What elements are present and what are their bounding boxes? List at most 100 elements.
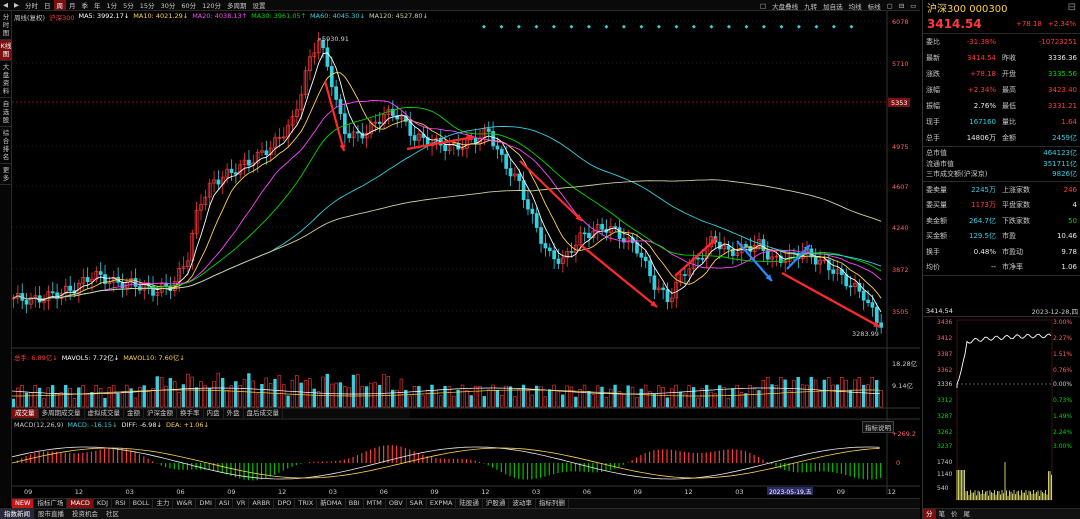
- indicator-tab[interactable]: 金额: [124, 409, 144, 418]
- event-marker: ◆: [780, 24, 784, 30]
- volume-bar: [866, 384, 870, 408]
- bottom-tab[interactable]: NEW: [12, 499, 35, 508]
- period-tab[interactable]: 1分: [104, 0, 121, 10]
- toolbar-tool[interactable]: 加自选: [820, 1, 846, 11]
- mini-right-tick: 1.49%: [1053, 413, 1072, 420]
- period-tab[interactable]: 60分: [178, 0, 199, 10]
- toolbar-tool[interactable]: ▢: [884, 2, 896, 10]
- bottom-tab[interactable]: BOLL: [130, 499, 154, 508]
- bottom-tab[interactable]: KDJ: [94, 499, 113, 508]
- indicator-tab[interactable]: 外盘: [224, 409, 244, 418]
- bottom-tab[interactable]: 沪股通: [483, 499, 510, 508]
- period-tab[interactable]: 设置: [250, 0, 269, 10]
- bottom-tab[interactable]: 主力: [153, 499, 174, 508]
- intraday-mini-chart[interactable]: 3436 3412 3387 3362 3336 3312 3287 3262 3237 1740…: [923, 318, 1080, 508]
- bottom-tab[interactable]: W&R: [173, 499, 197, 508]
- side-tab[interactable]: 自选股: [0, 98, 12, 127]
- bottom-tab[interactable]: 陆股通: [456, 499, 483, 508]
- bottom-tab[interactable]: VR: [233, 499, 250, 508]
- period-tab[interactable]: 120分: [199, 0, 224, 10]
- bottom-tab[interactable]: DPO: [274, 499, 296, 508]
- status-tab[interactable]: 投资机会: [68, 509, 102, 519]
- status-tab[interactable]: 社区: [102, 509, 123, 519]
- nav-prev-button[interactable]: ◀: [0, 1, 11, 9]
- status-tab[interactable]: 股市直播: [34, 509, 68, 519]
- bottom-tab[interactable]: 指标列删: [536, 499, 569, 508]
- period-tab[interactable]: 5分: [120, 0, 137, 10]
- mini-tab[interactable]: 价: [948, 509, 961, 519]
- quote-value: +78.18: [970, 70, 996, 78]
- close-icon[interactable]: ⊟: [1068, 2, 1076, 13]
- stat-value: 464123亿: [1043, 149, 1077, 158]
- macd-help-button[interactable]: 指标说明: [862, 421, 894, 433]
- nav-next-button[interactable]: ▶: [11, 1, 22, 9]
- bottom-tab[interactable]: TRIX: [295, 499, 318, 508]
- toolbar-tool[interactable]: 标线: [865, 1, 884, 11]
- mini-tab[interactable]: 笔: [936, 509, 949, 519]
- mini-left-tick: 3336: [937, 381, 952, 388]
- toolbar-tool[interactable]: ▭: [907, 2, 919, 10]
- indicator-tab[interactable]: 虚拟成交量: [85, 409, 124, 418]
- candle-body: [264, 150, 269, 156]
- bottom-tab[interactable]: DMI: [196, 499, 216, 508]
- indicator-tab[interactable]: 内盘: [204, 409, 224, 418]
- mini-right-tick: 0.73%: [1053, 397, 1072, 404]
- period-tab[interactable]: 周: [53, 0, 66, 10]
- stat-label: 委卖量: [926, 185, 947, 194]
- indicator-tab[interactable]: 盘后成交量: [244, 409, 283, 418]
- toolbar-tool[interactable]: ⊟: [896, 2, 907, 10]
- status-tab[interactable]: 指数新闻: [0, 509, 34, 519]
- side-tab[interactable]: 更多: [0, 164, 12, 185]
- price-tick: 4607: [892, 183, 909, 191]
- toolbar-tool[interactable]: □: [757, 2, 769, 10]
- candle-body: [247, 159, 251, 166]
- bottom-tab[interactable]: ARBR: [249, 499, 275, 508]
- mini-date: 2023-12-28,四: [1031, 308, 1078, 316]
- bottom-tab[interactable]: ASI: [216, 499, 234, 508]
- candle-body: [508, 168, 513, 177]
- volume-bar: [321, 376, 325, 408]
- event-marker: ◆: [552, 24, 556, 30]
- period-tab[interactable]: 多周期: [224, 0, 250, 10]
- bottom-tab[interactable]: BBI: [346, 499, 364, 508]
- period-tab[interactable]: 日: [41, 0, 54, 10]
- mini-tab[interactable]: 分: [923, 509, 936, 519]
- volume-bar: [338, 382, 343, 408]
- bottom-tab[interactable]: EXPMA: [427, 499, 457, 508]
- candle-body: [683, 274, 687, 276]
- bottom-tab[interactable]: 新DMA: [317, 499, 346, 508]
- bottom-tab[interactable]: OBV: [386, 499, 407, 508]
- bottom-tab[interactable]: RSI: [112, 499, 130, 508]
- period-tab[interactable]: 季: [79, 0, 92, 10]
- toolbar-tool[interactable]: 九转: [801, 1, 820, 11]
- period-tab[interactable]: 15分: [137, 0, 158, 10]
- volume-bar: [382, 374, 386, 408]
- toolbar-tool[interactable]: 大盘叠线: [769, 1, 801, 11]
- side-tab[interactable]: 综合排名: [0, 127, 12, 164]
- bottom-tab[interactable]: 波动率: [509, 499, 536, 508]
- volume-bar: [33, 385, 37, 408]
- volume-bar: [98, 388, 103, 408]
- volume-bar: [613, 384, 617, 408]
- volume-bar: [207, 388, 212, 408]
- bottom-tab[interactable]: MACD: [67, 499, 94, 508]
- volume-bar: [343, 385, 347, 408]
- quote-label: 金额: [1002, 134, 1016, 142]
- indicator-tab[interactable]: 多周期成交量: [39, 409, 85, 418]
- mini-tab[interactable]: 尾: [961, 509, 974, 519]
- toolbar-tool[interactable]: 均线: [846, 1, 865, 11]
- side-tab[interactable]: 分时图: [0, 11, 12, 40]
- period-tab[interactable]: 分时: [22, 0, 41, 10]
- bottom-tab[interactable]: SAR: [407, 499, 427, 508]
- indicator-tab[interactable]: 成交量: [12, 409, 39, 418]
- bottom-tab[interactable]: 指标广场: [34, 499, 68, 508]
- bottom-tab[interactable]: MTM: [364, 499, 386, 508]
- indicator-tab[interactable]: 沪深金额: [144, 409, 177, 418]
- volume-bar: [635, 397, 639, 408]
- period-tab[interactable]: 月: [66, 0, 79, 10]
- period-tab[interactable]: 30分: [158, 0, 179, 10]
- indicator-tab[interactable]: 换手率: [177, 409, 204, 418]
- side-tab[interactable]: K线图: [0, 40, 12, 61]
- period-tab[interactable]: 年: [91, 0, 104, 10]
- side-tab[interactable]: 大盘资料: [0, 61, 12, 98]
